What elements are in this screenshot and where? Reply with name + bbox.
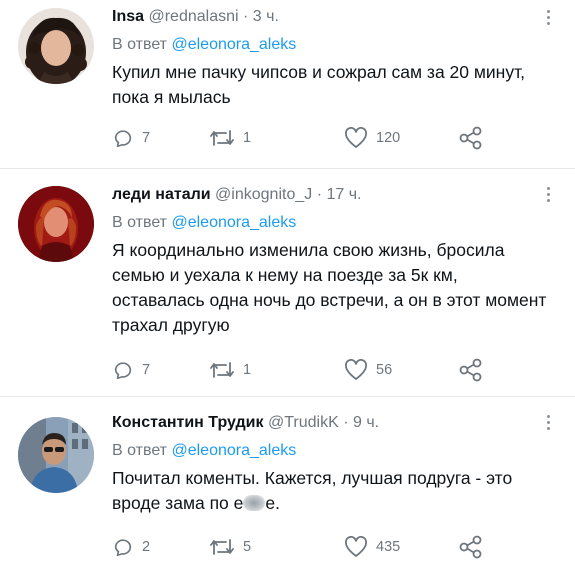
like-button[interactable]: 120 bbox=[344, 125, 400, 151]
more-options-icon[interactable] bbox=[545, 187, 551, 205]
author-name[interactable]: леди натали bbox=[112, 186, 211, 203]
action-bar: 7 1 120 bbox=[112, 125, 532, 151]
action-bar: 2 5 435 bbox=[112, 534, 532, 560]
more-options-icon[interactable] bbox=[545, 415, 551, 433]
tweet-text: Почитал коменты. Кажется, лучшая подруга… bbox=[112, 466, 553, 516]
reply-count: 7 bbox=[142, 130, 151, 146]
retweet-button[interactable]: 1 bbox=[209, 357, 251, 383]
retweet-icon bbox=[210, 130, 234, 146]
tweet-text-body: Я координально изменила свою жизнь, брос… bbox=[112, 240, 547, 335]
timestamp[interactable]: 3 ч. bbox=[253, 8, 279, 25]
timestamp[interactable]: 17 ч. bbox=[326, 186, 361, 203]
avatar[interactable] bbox=[18, 417, 94, 493]
more-options-icon[interactable] bbox=[545, 10, 551, 28]
reply-context: В ответ @eleonora_aleks bbox=[112, 440, 553, 462]
tweet-text-body: Купил мне пачку чипсов и сожрал сам за 2… bbox=[112, 62, 526, 107]
retweet-icon bbox=[210, 539, 234, 555]
retweet-button[interactable]: 5 bbox=[209, 534, 251, 560]
reply-count: 7 bbox=[142, 362, 151, 378]
like-count: 56 bbox=[376, 362, 393, 378]
reply-prefix: В ответ bbox=[112, 442, 168, 459]
reply-context: В ответ @eleonora_aleks bbox=[112, 212, 553, 234]
tweet[interactable]: Insa @rednalasni · 3 ч. В ответ @eleonor… bbox=[0, 0, 575, 168]
author-handle[interactable]: @TrudikK bbox=[268, 414, 339, 431]
retweet-button[interactable]: 1 bbox=[209, 125, 251, 151]
retweet-icon bbox=[210, 362, 234, 378]
retweet-count: 1 bbox=[243, 130, 252, 146]
reply-context: В ответ @eleonora_aleks bbox=[112, 34, 553, 56]
reply-icon bbox=[114, 130, 132, 148]
avatar[interactable] bbox=[18, 186, 94, 262]
reply-button[interactable]: 7 bbox=[112, 125, 150, 151]
share-icon bbox=[459, 126, 482, 150]
action-bar: 7 1 56 bbox=[112, 357, 532, 383]
like-button[interactable]: 56 bbox=[344, 357, 392, 383]
tweet[interactable]: леди натали @inkognito_J · 17 ч. В ответ… bbox=[0, 169, 575, 396]
separator-dot: · bbox=[316, 186, 323, 203]
reply-icon bbox=[114, 362, 132, 380]
like-icon bbox=[345, 359, 367, 380]
reply-mention-link[interactable]: @eleonora_aleks bbox=[171, 214, 296, 231]
author-name[interactable]: Константин Трудик bbox=[112, 414, 264, 431]
share-icon bbox=[459, 358, 482, 382]
reply-button[interactable]: 2 bbox=[112, 534, 150, 560]
like-icon bbox=[345, 127, 367, 148]
like-button[interactable]: 435 bbox=[344, 534, 400, 560]
reply-icon bbox=[114, 539, 132, 557]
tweet-text-body: Почитал коменты. Кажется, лучшая подруга… bbox=[112, 468, 513, 513]
share-button[interactable] bbox=[458, 357, 484, 383]
separator-dot: · bbox=[343, 414, 349, 431]
author-handle[interactable]: @inkognito_J bbox=[215, 186, 312, 203]
author-handle[interactable]: @rednalasni bbox=[148, 8, 238, 25]
reply-count: 2 bbox=[142, 539, 151, 555]
tweet-text-suffix: е. bbox=[265, 493, 280, 513]
author-name[interactable]: Insa bbox=[112, 8, 144, 25]
tweet-text: Купил мне пачку чипсов и сожрал сам за 2… bbox=[112, 60, 553, 110]
like-count: 435 bbox=[376, 539, 401, 555]
retweet-count: 5 bbox=[243, 539, 252, 555]
tweet-text: Я координально изменила свою жизнь, брос… bbox=[112, 238, 553, 338]
reply-prefix: В ответ bbox=[112, 36, 168, 53]
retweet-count: 1 bbox=[243, 362, 252, 378]
censor-blur bbox=[243, 495, 266, 511]
separator-dot: · bbox=[243, 8, 249, 25]
share-button[interactable] bbox=[458, 125, 484, 151]
tweet[interactable]: Константин Трудик @TrudikK · 9 ч. В отве… bbox=[0, 397, 575, 575]
reply-button[interactable]: 7 bbox=[112, 357, 150, 383]
reply-mention-link[interactable]: @eleonora_aleks bbox=[171, 442, 296, 459]
share-button[interactable] bbox=[458, 534, 484, 560]
reply-prefix: В ответ bbox=[112, 214, 168, 231]
like-count: 120 bbox=[376, 130, 401, 146]
like-icon bbox=[345, 536, 367, 557]
timestamp[interactable]: 9 ч. bbox=[353, 414, 379, 431]
avatar[interactable] bbox=[18, 8, 94, 84]
reply-mention-link[interactable]: @eleonora_aleks bbox=[171, 36, 296, 53]
reply-feed: Insa @rednalasni · 3 ч. В ответ @eleonor… bbox=[0, 0, 575, 575]
share-icon bbox=[459, 535, 482, 559]
